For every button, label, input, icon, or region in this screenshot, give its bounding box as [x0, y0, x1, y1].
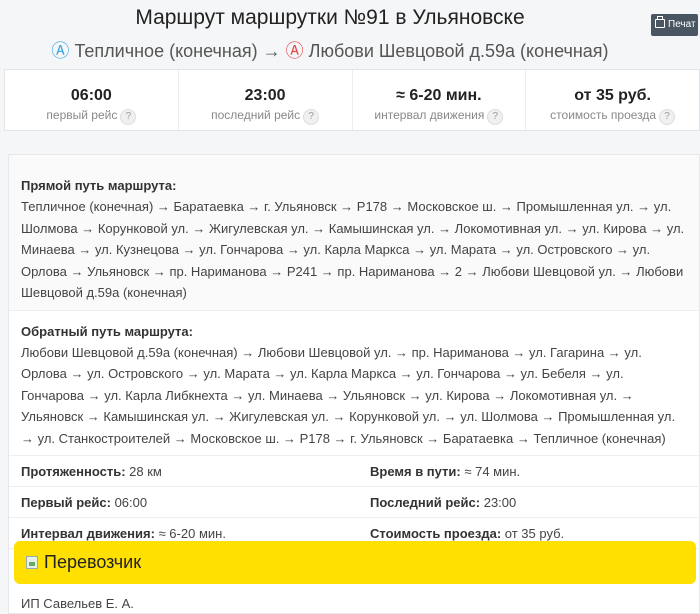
stat-interval: ≈ 6-20 мин. интервал движения? — [353, 70, 527, 130]
info-travel-time: Время в пути: ≈ 74 мин. — [358, 456, 700, 487]
printer-icon — [655, 16, 665, 28]
route-stats: 06:00 первый рейс? 23:00 последний рейс?… — [4, 69, 700, 131]
reverse-route: Обратный путь маршрута: Любови Шевцовой … — [9, 311, 699, 456]
page-header: Маршрут маршрутки №91 в Ульяновске Ⓐ Теп… — [0, 0, 700, 66]
print-label: Печат — [668, 19, 696, 30]
print-button[interactable]: Печат — [651, 14, 698, 36]
help-icon[interactable]: ? — [120, 109, 137, 125]
info-first-trip: Первый рейс: 06:00 — [9, 487, 358, 518]
help-icon[interactable]: ? — [659, 109, 676, 125]
stat-label: стоимость проезда — [550, 108, 657, 122]
route-details-panel: Прямой путь маршрута: Тепличное (конечна… — [8, 154, 700, 614]
forward-route-text: Тепличное (конечная) → Баратаевка → г. У… — [21, 199, 685, 300]
stat-label: последний рейс — [211, 108, 301, 122]
stat-first-trip: 06:00 первый рейс? — [5, 70, 179, 130]
stat-value: от 35 руб. — [574, 87, 651, 104]
help-icon[interactable]: ? — [487, 109, 504, 125]
stat-label: первый рейс — [46, 108, 118, 122]
stat-value: 06:00 — [70, 87, 112, 104]
stop-a-marker-icon: Ⓐ — [51, 41, 70, 61]
carrier-heading-bar: Перевозчик — [14, 541, 696, 584]
stat-fare: от 35 руб. стоимость проезда? — [526, 70, 699, 130]
forward-route: Прямой путь маршрута: Тепличное (конечна… — [9, 155, 699, 311]
stop-b-marker-icon: Ⓐ — [285, 41, 304, 61]
stat-label: интервал движения — [374, 108, 485, 122]
carrier-heading: Перевозчик — [44, 552, 142, 572]
stop-to: Любови Шевцовой д.59а (конечная) — [308, 41, 609, 61]
page-title: Маршрут маршрутки №91 в Ульяновске — [135, 6, 525, 29]
reverse-route-text: Любови Шевцовой д.59а (конечная) → Любов… — [21, 344, 676, 446]
broken-image-icon — [26, 556, 38, 569]
stat-last-trip: 23:00 последний рейс? — [179, 70, 353, 130]
stat-value: 23:00 — [244, 87, 286, 104]
stop-from: Тепличное (конечная) — [74, 41, 258, 61]
info-last-trip: Последний рейс: 23:00 — [358, 487, 700, 518]
route-info-grid: Протяженность: 28 км Время в пути: ≈ 74 … — [9, 456, 700, 549]
info-length: Протяженность: 28 км — [9, 456, 358, 487]
carrier-name: ИП Савельев Е. А. — [21, 596, 134, 611]
arrow-icon: → — [262, 41, 281, 61]
reverse-route-heading: Обратный путь маршрута: — [21, 323, 193, 339]
stat-value: ≈ 6-20 мин. — [396, 87, 482, 104]
route-endpoints: Ⓐ Тепличное (конечная) → Ⓐ Любови Шевцов… — [0, 37, 660, 63]
help-icon[interactable]: ? — [303, 109, 320, 125]
forward-route-heading: Прямой путь маршрута: — [21, 178, 177, 193]
